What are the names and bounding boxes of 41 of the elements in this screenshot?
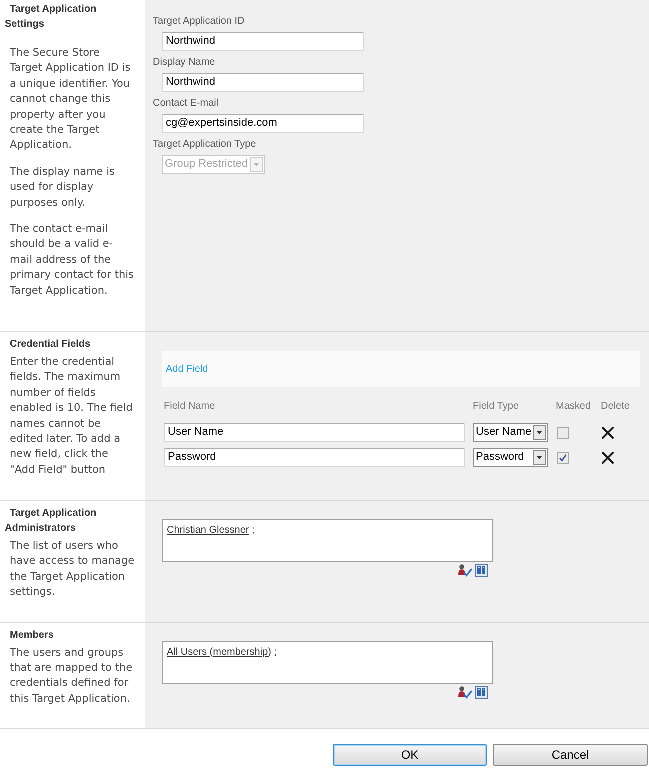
entry-separator: ; [252, 525, 255, 536]
dialog-button[interactable]: OK [333, 744, 487, 766]
field-type-select[interactable]: Password [473, 448, 548, 467]
dialog-button[interactable]: Cancel [493, 744, 648, 766]
field-type-select[interactable]: User Name [473, 423, 548, 442]
text-input-field[interactable]: cg@expertsinside.com [162, 114, 364, 133]
section-description: The Secure Store Target Application ID is a unique identifier. You cannot change this property after you create the Target Application. [9, 46, 132, 154]
section-title: Target Application Settings [4, 3, 98, 32]
people-picker-field[interactable]: Christian Glessner ; [162, 519, 493, 562]
text-input-field[interactable]: Northwind [162, 73, 364, 92]
section-description: The users and groups that are mapped to the credentials defined for this Target Application. [9, 646, 134, 707]
delete-icon[interactable] [602, 426, 614, 438]
column-header: Field Type [473, 400, 519, 413]
field-label: Target Application ID [153, 15, 245, 28]
resolved-user-name[interactable]: All Users (membership) [167, 646, 272, 658]
column-header: Masked [556, 400, 592, 413]
section-title: Members [9, 628, 55, 643]
section-title: Target Application Administrators [4, 507, 98, 536]
entry-separator: ; [274, 646, 278, 658]
field-name-input[interactable]: User Name [164, 423, 465, 442]
field-label: Contact E-mail [153, 97, 219, 110]
delete-icon[interactable] [602, 452, 614, 464]
address-book-icon[interactable] [475, 686, 488, 699]
field-label: Target Application Type [153, 138, 256, 151]
address-book-icon[interactable] [475, 564, 488, 577]
people-picker-field[interactable]: All Users (membership) ; [162, 640, 493, 684]
masked-checkbox[interactable] [557, 452, 569, 464]
masked-checkbox[interactable] [557, 426, 569, 438]
section-title: Credential Fields [9, 338, 92, 352]
person-check-icon[interactable] [458, 686, 473, 699]
section-description: The list of users who have access to manage the Target Application settings. [9, 539, 135, 600]
field-label: Display Name [153, 56, 216, 69]
column-header: Field Name [164, 400, 216, 413]
section-description: The display name is used for display purposes only. [9, 164, 116, 211]
section-description: The contact e-mail should be a valid e-mail address of the primary contact for this Target Application. [9, 222, 135, 299]
section-description: Enter the credential fields. The maximum number of fields enabled is 10. The field names cannot be edited later. To add a new field, click the "Add Field" button [9, 355, 134, 478]
resolved-user-name[interactable]: Christian Glessner [167, 525, 250, 536]
text-input-field[interactable]: Northwind [162, 32, 364, 51]
person-check-icon[interactable] [458, 564, 473, 577]
field-name-input[interactable]: Password [164, 448, 465, 467]
column-header: Delete [601, 400, 630, 413]
